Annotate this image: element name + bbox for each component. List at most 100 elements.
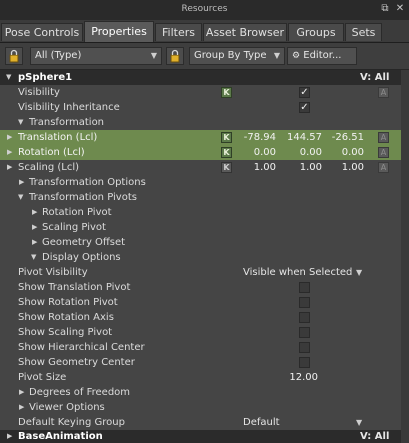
tab-sets[interactable]: Sets	[345, 23, 382, 41]
lock-filter-button[interactable]	[166, 47, 184, 65]
property-label: Show Rotation Axis	[18, 312, 114, 323]
property-label: Translation (Lcl)	[18, 132, 98, 143]
property-label: Pivot Visibility	[18, 267, 88, 278]
group-row-transformation-options[interactable]: ▶ Transformation Options	[0, 175, 409, 190]
object-header-psphere1[interactable]: ▼ pSphere1 V: All	[0, 70, 409, 85]
editor-label: Editor...	[303, 50, 342, 61]
group-row-rotation-pivot[interactable]: ▶ Rotation Pivot	[0, 205, 409, 220]
group-label: Scaling Pivot	[42, 222, 106, 233]
property-label: Show Rotation Pivot	[18, 297, 118, 308]
key-button[interactable]: K	[221, 162, 232, 173]
property-row-default-keying-group: Default Keying Group Default ▼	[0, 415, 409, 430]
lock-icon	[170, 49, 180, 63]
translation-y-field[interactable]: 144.57	[280, 130, 322, 145]
expand-arrow-icon[interactable]: ▶	[19, 385, 24, 400]
pivot-visibility-dropdown[interactable]: Visible when Selected	[243, 265, 352, 280]
property-label: Visibility	[18, 87, 60, 98]
collapse-arrow-icon[interactable]: ▼	[6, 70, 11, 85]
group-row-transformation-pivots[interactable]: ▼ Transformation Pivots	[0, 190, 409, 205]
group-row-transformation[interactable]: ▼ Transformation	[0, 115, 409, 130]
editor-button[interactable]: ⚙ Editor...	[287, 47, 357, 65]
property-row-pivot-size: Pivot Size 12.00	[0, 370, 409, 385]
expand-arrow-icon[interactable]: ▶	[19, 400, 24, 415]
group-row-geometry-offset[interactable]: ▶ Geometry Offset	[0, 235, 409, 250]
expand-arrow-icon[interactable]: ▼	[18, 115, 23, 130]
group-label: Transformation	[29, 117, 105, 128]
show-geometry-center-checkbox[interactable]	[299, 357, 310, 368]
expand-arrow-icon[interactable]: ▶	[7, 430, 12, 443]
show-rotation-pivot-checkbox[interactable]	[299, 297, 310, 308]
property-label: Pivot Size	[18, 372, 67, 383]
pivot-size-field[interactable]: 12.00	[276, 370, 318, 385]
collapse-arrow-icon[interactable]: ▼	[31, 250, 36, 265]
property-label: Show Scaling Pivot	[18, 327, 113, 338]
group-label: Degrees of Freedom	[29, 387, 131, 398]
tab-properties[interactable]: Properties	[84, 21, 154, 42]
scaling-x-field[interactable]: 1.00	[234, 160, 276, 175]
group-label: Display Options	[42, 252, 121, 263]
rotation-y-field[interactable]: 0.00	[280, 145, 322, 160]
chevron-down-icon: ▼	[273, 51, 280, 60]
close-icon[interactable]: ✕	[394, 3, 406, 15]
expand-arrow-icon[interactable]: ▶	[7, 160, 12, 175]
expand-arrow-icon[interactable]: ▶	[7, 145, 12, 160]
properties-toolbar: All (Type) ▼ Group By Type ▼ ⚙ Editor...	[0, 43, 409, 70]
show-rotation-axis-checkbox[interactable]	[299, 312, 310, 323]
visibility-inheritance-checkbox[interactable]: ✓	[299, 102, 310, 113]
type-filter-value: All (Type)	[35, 50, 82, 61]
tab-asset-browser[interactable]: Asset Browser	[203, 23, 287, 41]
group-row-degrees-of-freedom[interactable]: ▶ Degrees of Freedom	[0, 385, 409, 400]
property-row-visibility-inheritance: Visibility Inheritance ✓	[0, 100, 409, 115]
group-row-display-options[interactable]: ▼ Display Options	[0, 250, 409, 265]
expand-arrow-icon[interactable]: ▶	[32, 220, 37, 235]
visibility-checkbox[interactable]: ✓	[299, 87, 310, 98]
show-translation-pivot-checkbox[interactable]	[299, 282, 310, 293]
property-row-pivot-visibility: Pivot Visibility Visible when Selected ▼	[0, 265, 409, 280]
group-label: Geometry Offset	[42, 237, 126, 248]
tab-filters[interactable]: Filters	[155, 23, 202, 41]
chevron-down-icon[interactable]: ▼	[356, 415, 362, 430]
rotation-z-field[interactable]: 0.00	[322, 145, 364, 160]
property-label: Show Geometry Center	[18, 357, 135, 368]
show-hierarchical-center-checkbox[interactable]	[299, 342, 310, 353]
gear-icon: ⚙	[292, 51, 301, 61]
scaling-y-field[interactable]: 1.00	[280, 160, 322, 175]
animatable-button[interactable]: A	[378, 132, 389, 143]
property-row-show-geometry-center: Show Geometry Center	[0, 355, 409, 370]
chevron-down-icon: ▼	[150, 51, 157, 60]
key-button[interactable]: K	[221, 132, 232, 143]
translation-x-field[interactable]: -78.94	[234, 130, 276, 145]
rotation-x-field[interactable]: 0.00	[234, 145, 276, 160]
chevron-down-icon[interactable]: ▼	[356, 265, 362, 280]
show-scaling-pivot-checkbox[interactable]	[299, 327, 310, 338]
tab-pose-controls[interactable]: Pose Controls	[1, 23, 83, 41]
float-window-icon[interactable]: ⧉	[379, 3, 391, 15]
keying-group-dropdown[interactable]: Default	[243, 415, 280, 430]
property-row-show-rotation-pivot: Show Rotation Pivot	[0, 295, 409, 310]
property-label: Show Hierarchical Center	[18, 342, 145, 353]
key-button[interactable]: K	[221, 147, 232, 158]
expand-arrow-icon[interactable]: ▶	[19, 175, 24, 190]
property-row-visibility: Visibility K ✓ A	[0, 85, 409, 100]
collapse-arrow-icon[interactable]: ▼	[18, 190, 23, 205]
group-row-scaling-pivot[interactable]: ▶ Scaling Pivot	[0, 220, 409, 235]
group-by-dropdown[interactable]: Group By Type ▼	[189, 47, 285, 65]
group-row-viewer-options[interactable]: ▶ Viewer Options	[0, 400, 409, 415]
lock-selection-button[interactable]	[5, 47, 23, 65]
property-row-show-translation-pivot: Show Translation Pivot	[0, 280, 409, 295]
animatable-button[interactable]: A	[378, 162, 389, 173]
translation-z-field[interactable]: -26.51	[322, 130, 364, 145]
vertical-scrollbar[interactable]	[401, 70, 409, 443]
tab-groups[interactable]: Groups	[288, 23, 344, 41]
expand-arrow-icon[interactable]: ▶	[7, 130, 12, 145]
expand-arrow-icon[interactable]: ▶	[32, 235, 37, 250]
object-header-baseanimation[interactable]: ▶ BaseAnimation V: All	[0, 430, 409, 443]
scaling-z-field[interactable]: 1.00	[322, 160, 364, 175]
property-row-translation: ▶ Translation (Lcl) K -78.94 144.57 -26.…	[0, 130, 409, 145]
animatable-button[interactable]: A	[378, 147, 389, 158]
key-button[interactable]: K	[221, 87, 232, 98]
type-filter-dropdown[interactable]: All (Type) ▼	[30, 47, 162, 65]
animatable-button[interactable]: A	[378, 87, 389, 98]
tab-bar: Pose Controls Properties Filters Asset B…	[0, 20, 409, 43]
expand-arrow-icon[interactable]: ▶	[32, 205, 37, 220]
